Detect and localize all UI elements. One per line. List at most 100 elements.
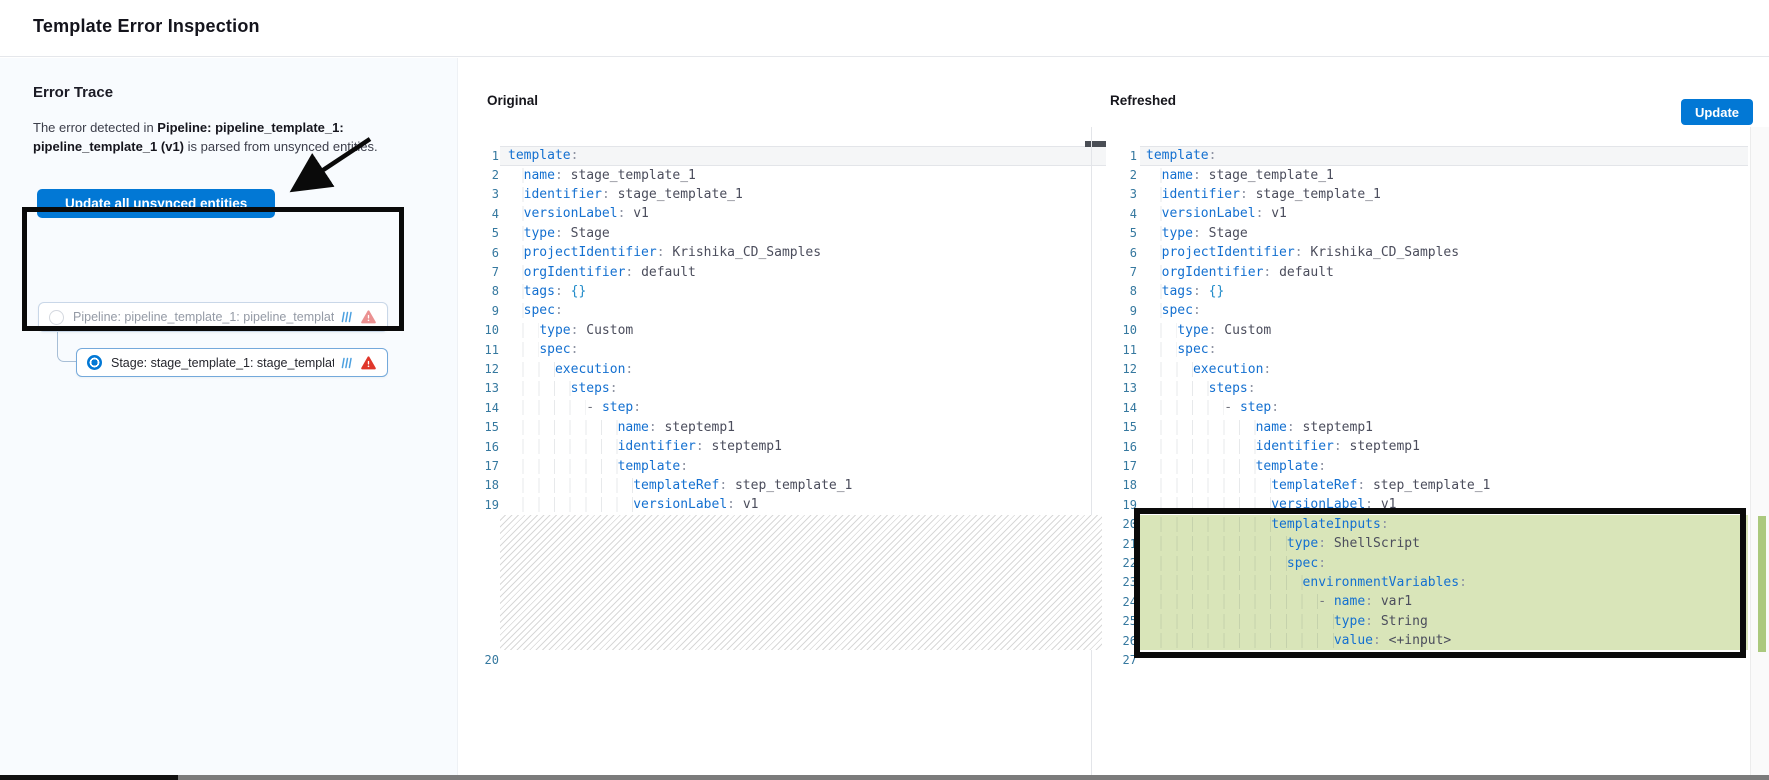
line-number: 1 <box>1117 149 1137 163</box>
code-line: 2 name: stage_template_1 <box>1117 165 1334 184</box>
code-line: 4 versionLabel: v1 <box>1117 204 1287 223</box>
code-line: 19 versionLabel: v1 <box>1117 495 1396 514</box>
template-icon[interactable] <box>340 311 352 323</box>
line-number: 21 <box>1117 537 1137 551</box>
code-line: 1template: <box>1117 146 1216 165</box>
error-trace-description: The error detected in Pipeline: pipeline… <box>33 118 378 156</box>
code-line: 18 templateRef: step_template_1 <box>483 476 852 495</box>
line-number: 18 <box>483 478 499 492</box>
code-line: 9 spec: <box>1117 301 1201 320</box>
code-line: 6 projectIdentifier: Krishika_CD_Samples <box>1117 243 1459 262</box>
line-number: 22 <box>1117 556 1137 570</box>
code-line: 4 versionLabel: v1 <box>483 204 649 223</box>
line-number: 3 <box>1117 187 1137 201</box>
warning-icon <box>360 355 377 371</box>
code-line: 14 - step: <box>483 398 641 417</box>
line-number: 19 <box>1117 498 1137 512</box>
code-line-added: 21 type: ShellScript <box>1117 534 1420 553</box>
line-number: 19 <box>483 498 499 512</box>
update-button[interactable]: Update <box>1681 99 1753 125</box>
code-line: 13 steps: <box>483 379 618 398</box>
tree-node-label: Pipeline: pipeline_template_1: pipeline_… <box>73 310 334 324</box>
code-line: 3 identifier: stage_template_1 <box>483 185 743 204</box>
code-line: 15 name: steptemp1 <box>1117 418 1373 437</box>
bottom-edge-bar-dark <box>0 775 178 780</box>
code-line-added: 26 value: <+input> <box>1117 631 1451 650</box>
top-bar <box>0 0 1769 57</box>
code-line: 20 <box>483 650 508 669</box>
template-error-inspection-page: Template Error Inspection Error Trace Th… <box>0 0 1769 780</box>
description-prefix: The error detected in <box>33 120 157 135</box>
code-line: 8 tags: {} <box>1117 282 1224 301</box>
line-number: 13 <box>483 381 499 395</box>
line-number: 4 <box>483 207 499 221</box>
line-number: 5 <box>483 226 499 240</box>
tree-node-stage[interactable]: Stage: stage_template_1: stage_templat..… <box>76 348 388 377</box>
code-line-added: 25 type: String <box>1117 612 1428 631</box>
line-number: 9 <box>483 304 499 318</box>
line-number: 7 <box>1117 265 1137 279</box>
line-number: 18 <box>1117 478 1137 492</box>
line-number: 9 <box>1117 304 1137 318</box>
code-line: 27 <box>1117 650 1146 669</box>
line-number: 8 <box>1117 284 1137 298</box>
line-number: 8 <box>483 284 499 298</box>
line-number: 14 <box>483 401 499 415</box>
line-number: 20 <box>483 653 499 667</box>
line-number: 20 <box>1117 517 1137 531</box>
code-line: 8 tags: {} <box>483 282 586 301</box>
line-number: 15 <box>483 420 499 434</box>
update-all-unsynced-entities-button[interactable]: Update all unsynced entities <box>37 189 275 218</box>
code-line: 7 orgIdentifier: default <box>483 262 696 281</box>
error-trace-panel: Error Trace The error detected in Pipeli… <box>0 58 458 780</box>
pipeline-radio[interactable] <box>49 310 64 325</box>
line-number: 11 <box>1117 343 1137 357</box>
code-line-added: 24 - name: var1 <box>1117 592 1412 611</box>
stage-radio[interactable] <box>87 355 102 370</box>
original-code-editor[interactable]: 1template:2 name: stage_template_13 iden… <box>483 146 1103 670</box>
page-title: Template Error Inspection <box>33 16 260 37</box>
code-line: 17 template: <box>1117 456 1326 475</box>
line-number: 26 <box>1117 634 1137 648</box>
line-number: 27 <box>1117 653 1137 667</box>
line-number: 7 <box>483 265 499 279</box>
code-line-added: 22 spec: <box>1117 553 1326 572</box>
tree-node-pipeline[interactable]: Pipeline: pipeline_template_1: pipeline_… <box>38 302 388 332</box>
code-line: 5 type: Stage <box>1117 224 1248 243</box>
code-line: 15 name: steptemp1 <box>483 418 735 437</box>
code-line: 1template: <box>483 146 578 165</box>
code-line: 12 execution: <box>483 359 633 378</box>
refreshed-code-editor[interactable]: 1template:2 name: stage_template_13 iden… <box>1117 146 1749 670</box>
line-number: 23 <box>1117 575 1137 589</box>
code-line: 6 projectIdentifier: Krishika_CD_Samples <box>483 243 821 262</box>
line-number: 16 <box>483 440 499 454</box>
code-line: 19 versionLabel: v1 <box>483 495 758 514</box>
code-line: 14 - step: <box>1117 398 1279 417</box>
refreshed-pane-label: Refreshed <box>1110 93 1176 108</box>
code-line: 5 type: Stage <box>483 224 610 243</box>
code-line: 2 name: stage_template_1 <box>483 165 696 184</box>
code-line: 18 templateRef: step_template_1 <box>1117 476 1490 495</box>
code-line-added: 23 environmentVariables: <box>1117 573 1467 592</box>
code-line-added: 20 templateInputs: <box>1117 515 1389 534</box>
line-number: 11 <box>483 343 499 357</box>
bottom-edge-bar-gray <box>178 775 1769 780</box>
line-number: 4 <box>1117 207 1137 221</box>
line-number: 16 <box>1117 440 1137 454</box>
tree-node-label: Stage: stage_template_1: stage_templat..… <box>111 356 334 370</box>
template-icon[interactable] <box>340 357 352 369</box>
line-number: 15 <box>1117 420 1137 434</box>
line-number: 12 <box>1117 362 1137 376</box>
line-number: 17 <box>1117 459 1137 473</box>
code-line: 16 identifier: steptemp1 <box>1117 437 1420 456</box>
code-line: 16 identifier: steptemp1 <box>483 437 782 456</box>
line-number: 12 <box>483 362 499 376</box>
line-number: 17 <box>483 459 499 473</box>
code-line: 3 identifier: stage_template_1 <box>1117 185 1381 204</box>
code-line: 10 type: Custom <box>483 321 633 340</box>
overview-ruler-scrollbar[interactable] <box>1750 127 1769 776</box>
line-number: 2 <box>483 168 499 182</box>
code-line: 13 steps: <box>1117 379 1256 398</box>
line-number: 1 <box>483 149 499 163</box>
line-number: 5 <box>1117 226 1137 240</box>
